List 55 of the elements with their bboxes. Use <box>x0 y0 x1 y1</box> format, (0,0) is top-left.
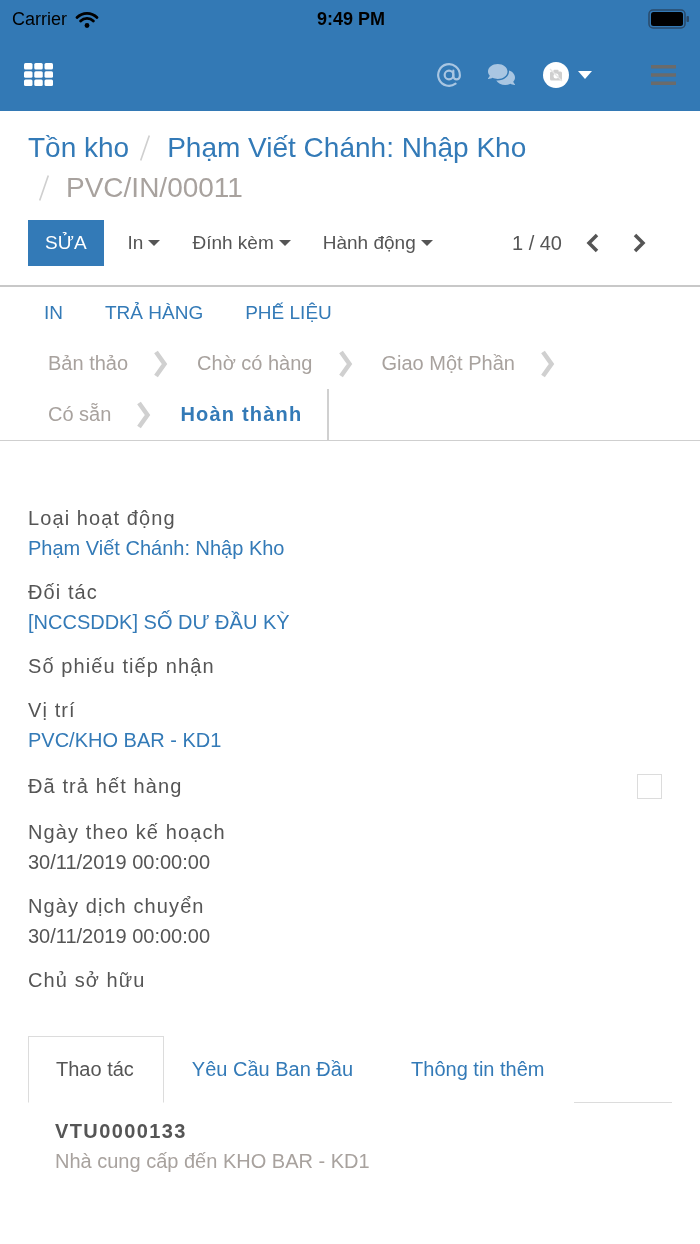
breadcrumb-link[interactable]: Tồn kho <box>28 128 130 168</box>
action-button[interactable]: PHẾ LIỆU <box>224 292 353 333</box>
field-label: Đã trả hết hàng <box>28 774 183 799</box>
stage-button[interactable]: Bản thảo <box>19 338 154 389</box>
breadcrumb-link[interactable]: Phạm Viết Chánh: Nhập Kho <box>167 128 527 168</box>
edit-button[interactable]: SỬA <box>28 220 104 266</box>
dropdown-button[interactable]: Đính kèm <box>192 232 291 254</box>
action-button[interactable]: TRẢ HÀNG <box>84 292 225 333</box>
caret-icon <box>420 240 433 246</box>
apps-grid-icon[interactable] <box>24 63 53 86</box>
field-link[interactable]: PVC/KHO BAR - KD1 <box>28 725 222 755</box>
breadcrumb-current: PVC/IN/00011 <box>66 171 243 205</box>
dropdown-button[interactable]: In <box>127 232 161 254</box>
stage-chevron-icon <box>337 348 353 379</box>
slash-separator-icon <box>39 175 49 201</box>
next-button[interactable] <box>632 232 646 254</box>
chat-bubbles-icon[interactable] <box>488 61 515 88</box>
caret-icon <box>148 240 161 246</box>
battery-icon <box>648 9 690 29</box>
route-label: Nhà cung cấp đến KHO BAR - KD1 <box>55 1149 370 1174</box>
field-label: Loại hoạt động <box>28 506 176 531</box>
tab[interactable]: Thao tác <box>28 1036 164 1103</box>
checkbox[interactable] <box>637 773 662 799</box>
stage-chevron-icon <box>153 348 169 379</box>
field-value: 30/11/2019 00:00:00 <box>28 850 211 875</box>
pager-counter: 1 / 40 <box>511 231 562 255</box>
action-button[interactable]: IN <box>23 292 84 333</box>
field-label: Chủ sở hữu <box>28 968 146 993</box>
stage-chevron-icon <box>136 399 152 430</box>
caret-icon <box>278 240 291 246</box>
field-label: Ngày dịch chuyển <box>28 894 205 919</box>
stage-button[interactable]: Giao Một Phần <box>352 338 540 389</box>
field-label: Đối tác <box>28 580 98 605</box>
at-sign-icon[interactable] <box>436 61 462 88</box>
slash-separator-icon <box>140 135 151 161</box>
clock-time: 9:49 PM <box>317 8 385 30</box>
chevron-right-icon <box>632 232 646 254</box>
stage-button[interactable]: Hoàn thành <box>151 389 330 440</box>
caret-icon <box>578 70 592 79</box>
product-code: VTU0000133 <box>55 1119 187 1144</box>
stage-button[interactable]: Có sẵn <box>19 389 137 440</box>
stage-button[interactable]: Chờ có hàng <box>168 338 338 389</box>
wifi-icon <box>75 10 99 28</box>
field-value: 30/11/2019 00:00:00 <box>28 924 211 949</box>
chevron-left-icon <box>586 232 600 254</box>
dropdown-button[interactable]: Hành động <box>322 232 433 254</box>
field-label: Ngày theo kế hoạch <box>28 820 226 845</box>
field-link[interactable]: [NCCSDDK] SỐ DƯ ĐẦU KỲ <box>28 607 290 637</box>
stage-chevron-icon <box>539 348 555 379</box>
avatar-icon[interactable] <box>543 61 569 88</box>
field-link[interactable]: Phạm Viết Chánh: Nhập Kho <box>28 533 285 563</box>
field-label: Vị trí <box>28 698 76 723</box>
previous-button[interactable] <box>586 232 600 254</box>
carrier-label: Carrier <box>12 8 67 30</box>
field-label: Số phiếu tiếp nhận <box>28 654 215 679</box>
